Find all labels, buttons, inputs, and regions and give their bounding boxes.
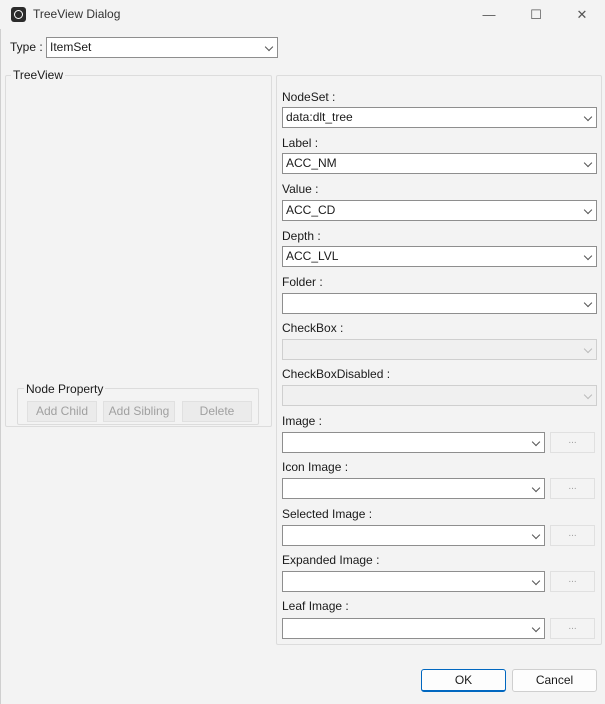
checkbox-disabled-label: CheckBoxDisabled : [282, 367, 391, 381]
expanded-image-label: Expanded Image : [282, 553, 380, 567]
folder-label: Folder : [282, 275, 323, 289]
folder-select[interactable] [282, 293, 597, 314]
type-select-value: ItemSet [50, 40, 92, 54]
leaf-image-browse-button[interactable]: ... [550, 618, 595, 639]
type-label: Type : [10, 40, 43, 54]
value-label: Value : [282, 182, 319, 196]
app-icon [11, 7, 26, 22]
leaf-image-label: Leaf Image : [282, 599, 349, 613]
window-title: TreeView Dialog [33, 7, 121, 21]
delete-button[interactable]: Delete [182, 401, 252, 422]
chevron-down-icon [583, 298, 593, 308]
label-value: ACC_NM [286, 156, 337, 170]
chevron-down-icon [583, 251, 593, 261]
nodeset-label: NodeSet : [282, 90, 336, 104]
maximize-button[interactable]: ☐ [513, 0, 559, 29]
chevron-down-icon [531, 530, 541, 540]
minimize-button[interactable]: — [466, 0, 512, 29]
icon-image-browse-button[interactable]: ... [550, 478, 595, 499]
chevron-down-icon [583, 390, 593, 400]
label-label: Label : [282, 136, 319, 150]
depth-select[interactable]: ACC_LVL [282, 246, 597, 267]
chevron-down-icon [531, 576, 541, 586]
image-label: Image : [282, 414, 323, 428]
chevron-down-icon [583, 158, 593, 168]
chevron-down-icon [583, 205, 593, 215]
icon-image-select[interactable] [282, 478, 545, 499]
close-button[interactable]: ✕ [559, 0, 605, 29]
minimize-icon: — [482, 7, 496, 22]
chevron-down-icon [531, 623, 541, 633]
title-bar: TreeView Dialog — ☐ ✕ [0, 0, 605, 29]
close-icon: ✕ [576, 6, 588, 22]
checkbox-disabled-select[interactable] [282, 385, 597, 406]
window-border [0, 29, 1, 704]
image-browse-button[interactable]: ... [550, 432, 595, 453]
label-select[interactable]: ACC_NM [282, 153, 597, 174]
ok-button[interactable]: OK [421, 669, 506, 692]
treeview-legend: TreeView [11, 68, 66, 82]
type-select[interactable]: ItemSet [46, 37, 278, 58]
chevron-down-icon [531, 483, 541, 493]
icon-image-label: Icon Image : [282, 460, 349, 474]
chevron-down-icon [583, 344, 593, 354]
expanded-image-browse-button[interactable]: ... [550, 571, 595, 592]
chevron-down-icon [583, 112, 593, 122]
treeview-group [5, 75, 272, 427]
depth-label: Depth : [282, 229, 321, 243]
selected-image-select[interactable] [282, 525, 545, 546]
cancel-button[interactable]: Cancel [512, 669, 597, 692]
selected-image-browse-button[interactable]: ... [550, 525, 595, 546]
value-select[interactable]: ACC_CD [282, 200, 597, 221]
checkbox-select[interactable] [282, 339, 597, 360]
value-value: ACC_CD [286, 203, 336, 217]
image-select[interactable] [282, 432, 545, 453]
checkbox-label: CheckBox : [282, 321, 344, 335]
maximize-icon: ☐ [530, 6, 542, 22]
node-property-legend: Node Property [24, 382, 106, 396]
depth-value: ACC_LVL [286, 249, 339, 263]
add-child-button[interactable]: Add Child [27, 401, 97, 422]
chevron-down-icon [264, 42, 274, 52]
add-sibling-button[interactable]: Add Sibling [103, 401, 175, 422]
nodeset-select[interactable]: data:dlt_tree [282, 107, 597, 128]
expanded-image-select[interactable] [282, 571, 545, 592]
selected-image-label: Selected Image : [282, 507, 373, 521]
leaf-image-select[interactable] [282, 618, 545, 639]
nodeset-value: data:dlt_tree [286, 110, 353, 124]
chevron-down-icon [531, 437, 541, 447]
